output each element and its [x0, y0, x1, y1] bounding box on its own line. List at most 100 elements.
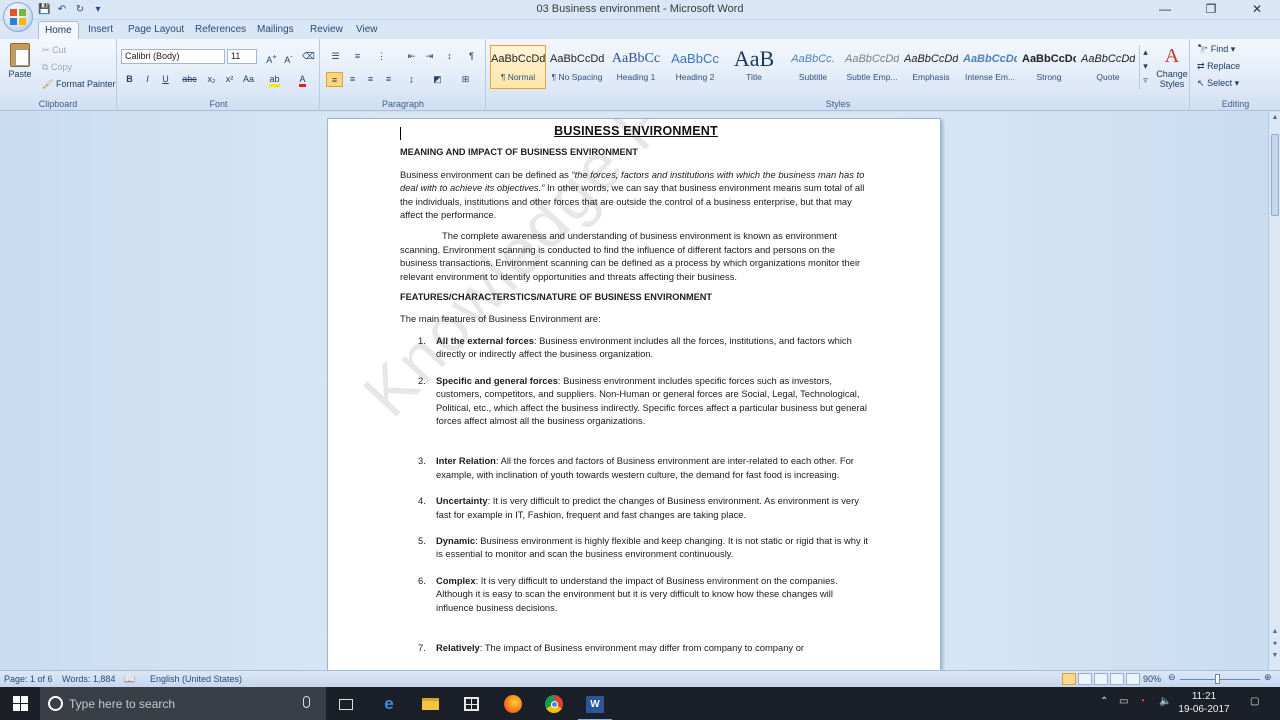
scroll-up-icon[interactable]: ▲: [1269, 114, 1280, 124]
network-icon[interactable]: ◔: [1139, 696, 1145, 707]
superscript-button[interactable]: x²: [221, 72, 238, 87]
style-normal[interactable]: AaBbCcDd ¶ Normal: [490, 45, 546, 89]
battery-icon[interactable]: ▭: [1119, 696, 1128, 707]
file-explorer-icon[interactable]: [419, 693, 441, 715]
cut-button[interactable]: ✂ Cut: [42, 45, 66, 56]
zoom-out-icon[interactable]: ⊖: [1168, 672, 1176, 683]
restore-button[interactable]: ❐: [1188, 0, 1234, 20]
bold-button[interactable]: B: [121, 72, 138, 87]
style-no-spacing[interactable]: AaBbCcDd ¶ No Spacing: [549, 45, 605, 89]
volume-icon[interactable]: 🔈: [1159, 696, 1171, 707]
tab-mailings[interactable]: Mailings: [251, 21, 300, 39]
draft-icon[interactable]: [1126, 673, 1140, 685]
align-center-icon[interactable]: ≡: [344, 72, 361, 87]
tab-home[interactable]: Home: [38, 21, 79, 39]
decrease-indent-icon[interactable]: ⇤: [403, 49, 420, 64]
notifications-icon[interactable]: ▢: [1250, 696, 1259, 707]
system-clock[interactable]: 11:21 19-06-2017: [1178, 690, 1230, 716]
format-painter-button[interactable]: 🖌 Format Painter: [42, 79, 115, 90]
font-family-combo[interactable]: Calibri (Body): [121, 49, 225, 64]
justify-icon[interactable]: ≡: [380, 72, 397, 87]
change-case-button[interactable]: Aa: [240, 72, 257, 87]
store-icon[interactable]: [460, 693, 482, 715]
style-subtitle[interactable]: AaBbCc. Subtitle: [785, 45, 841, 89]
style-emphasis[interactable]: AaBbCcDd Emphasis: [903, 45, 959, 89]
style-intense-emphasis[interactable]: AaBbCcDd Intense Em...: [962, 45, 1018, 89]
office-button[interactable]: [3, 2, 33, 32]
font-color-button[interactable]: A: [294, 72, 311, 87]
proofing-icon[interactable]: 📖: [124, 674, 135, 685]
style-heading-2[interactable]: AaBbCc Heading 2: [667, 45, 723, 89]
show-hidden-icons-icon[interactable]: ⌃: [1100, 696, 1108, 707]
styles-scroll[interactable]: ▴ ▾ ▿: [1139, 45, 1151, 89]
replace-button[interactable]: ⇄ Replace: [1197, 61, 1240, 72]
grow-font-button[interactable]: A+: [263, 49, 280, 65]
align-left-icon[interactable]: ≡: [326, 72, 343, 87]
web-layout-icon[interactable]: [1094, 673, 1108, 685]
chrome-icon[interactable]: [543, 693, 565, 715]
numbering-icon[interactable]: ≡: [349, 49, 366, 64]
line-spacing-icon[interactable]: ↨: [403, 72, 420, 87]
underline-button[interactable]: U: [157, 72, 174, 87]
language[interactable]: English (United States): [150, 674, 242, 684]
multilevel-list-icon[interactable]: ⋮: [373, 49, 390, 64]
word-count[interactable]: Words: 1,884: [62, 674, 115, 684]
zoom-slider-thumb[interactable]: [1215, 674, 1220, 684]
browse-object-icon[interactable]: ●: [1269, 640, 1280, 650]
close-button[interactable]: ✕: [1234, 0, 1280, 20]
tab-references[interactable]: References: [189, 21, 252, 39]
minimize-button[interactable]: —: [1142, 0, 1188, 20]
zoom-in-icon[interactable]: ⊕: [1264, 672, 1272, 683]
vertical-scrollbar[interactable]: ▲ ▲ ● ▼: [1268, 112, 1280, 670]
style-quote[interactable]: AaBbCcDd Quote: [1080, 45, 1136, 89]
tab-insert[interactable]: Insert: [82, 21, 119, 39]
full-screen-reading-icon[interactable]: [1078, 673, 1092, 685]
change-styles-button[interactable]: A Change Styles: [1155, 43, 1189, 89]
tab-review[interactable]: Review: [304, 21, 349, 39]
show-formatting-icon[interactable]: ¶: [463, 49, 480, 64]
tab-view[interactable]: View: [350, 21, 384, 39]
italic-button[interactable]: I: [139, 72, 156, 87]
previous-page-icon[interactable]: ▲: [1269, 628, 1280, 638]
highlight-button[interactable]: ab: [266, 72, 283, 87]
borders-icon[interactable]: ⊞: [457, 72, 474, 87]
subscript-button[interactable]: x₂: [203, 72, 220, 87]
increase-indent-icon[interactable]: ⇥: [421, 49, 438, 64]
task-view-icon[interactable]: [335, 693, 357, 715]
shrink-font-button[interactable]: A-: [280, 49, 297, 65]
copy-button[interactable]: ⧉ Copy: [42, 62, 72, 73]
word-taskbar-icon[interactable]: W: [578, 693, 612, 720]
zoom-level[interactable]: 90%: [1143, 674, 1161, 684]
tab-page-layout[interactable]: Page Layout: [122, 21, 190, 39]
find-button[interactable]: 🔭 Find ▾: [1197, 44, 1235, 55]
next-page-icon[interactable]: ▼: [1269, 652, 1280, 662]
scroll-thumb[interactable]: [1271, 134, 1279, 216]
document-body[interactable]: BUSINESS ENVIRONMENT MEANING AND IMPACT …: [400, 124, 872, 667]
document-page[interactable]: Knowledge Point BUSINESS ENVIRONMENT MEA…: [327, 118, 941, 670]
microphone-icon[interactable]: [303, 696, 310, 708]
paste-button[interactable]: Paste: [6, 43, 34, 79]
zoom-slider[interactable]: [1180, 679, 1260, 680]
style-heading-1[interactable]: AaBbCc Heading 1: [608, 45, 664, 89]
taskbar-search[interactable]: Type here to search: [40, 687, 326, 720]
chevron-down-icon: ▾: [1143, 61, 1148, 71]
bullets-icon[interactable]: ☰: [327, 49, 344, 64]
clipboard-icon: [10, 43, 30, 67]
style-title[interactable]: AaB Title: [726, 45, 782, 89]
shading-icon[interactable]: ◩: [429, 72, 446, 87]
font-size-combo[interactable]: 11: [227, 49, 257, 64]
align-right-icon[interactable]: ≡: [362, 72, 379, 87]
select-label: Select: [1207, 78, 1233, 88]
edge-icon[interactable]: e: [378, 693, 400, 715]
sort-icon[interactable]: ↕: [441, 49, 458, 64]
style-strong[interactable]: AaBbCcDc Strong: [1021, 45, 1077, 89]
start-button[interactable]: [0, 687, 40, 720]
outline-icon[interactable]: [1110, 673, 1124, 685]
clear-format-icon[interactable]: ⌫: [300, 49, 317, 64]
page-count[interactable]: Page: 1 of 6: [4, 674, 53, 684]
select-button[interactable]: ↖ Select ▾: [1197, 78, 1239, 89]
strikethrough-button[interactable]: abc: [181, 72, 198, 87]
print-layout-icon[interactable]: [1062, 673, 1076, 685]
firefox-icon[interactable]: [502, 693, 524, 715]
style-subtle-emphasis[interactable]: AaBbCcDd Subtle Emp...: [844, 45, 900, 89]
